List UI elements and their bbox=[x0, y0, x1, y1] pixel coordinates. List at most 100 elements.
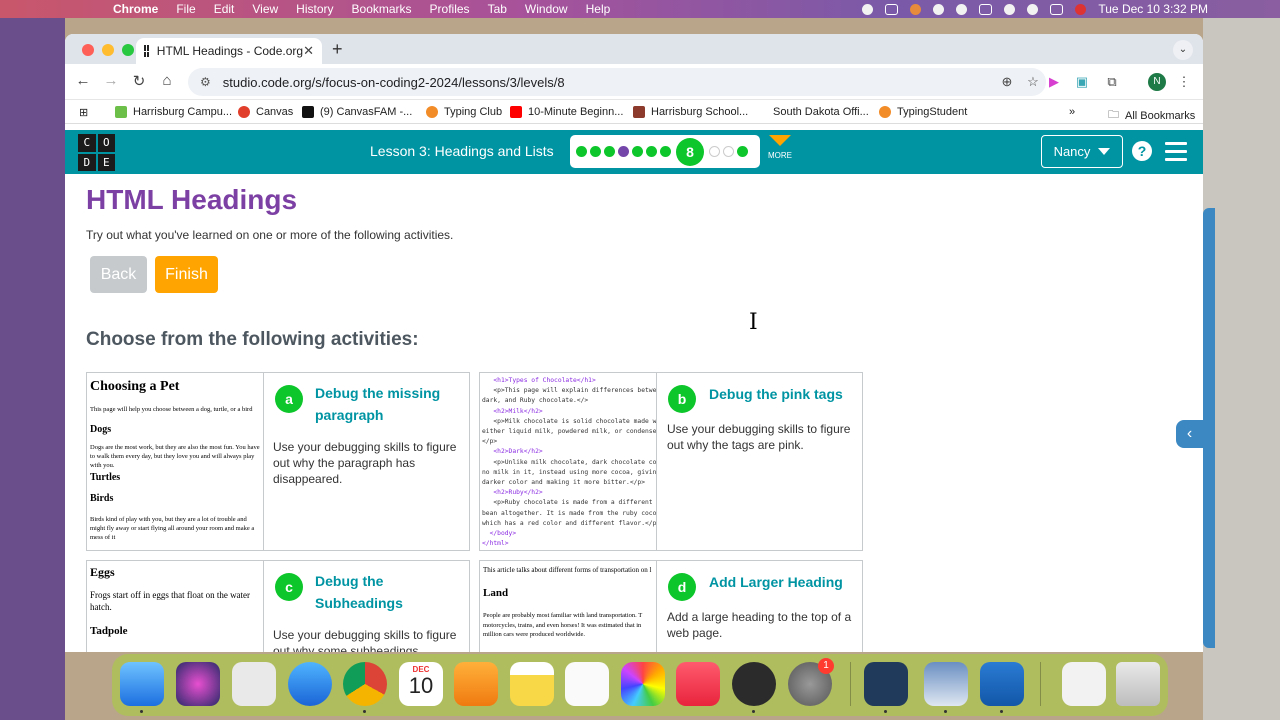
launchpad-icon[interactable] bbox=[232, 662, 276, 706]
zoom-icon[interactable]: ⊕ bbox=[994, 74, 1020, 90]
finder-icon[interactable] bbox=[120, 662, 164, 706]
level-dot-incomplete[interactable] bbox=[723, 146, 734, 157]
notes-icon[interactable] bbox=[510, 662, 554, 706]
menu-tab[interactable]: Tab bbox=[479, 0, 516, 18]
safari-icon[interactable] bbox=[288, 662, 332, 706]
level-dot-complete[interactable] bbox=[660, 146, 671, 157]
user-menu-button[interactable]: Nancy bbox=[1041, 135, 1123, 168]
extension-pink-icon[interactable]: ▶ bbox=[1045, 73, 1063, 91]
level-dot-complete[interactable] bbox=[590, 146, 601, 157]
current-level-bubble[interactable]: 8 bbox=[676, 137, 704, 166]
url-text[interactable]: studio.code.org/s/focus-on-coding2-2024/… bbox=[223, 75, 994, 90]
photos-icon[interactable] bbox=[621, 662, 665, 706]
code-line: </body> bbox=[482, 530, 517, 538]
wifi-icon[interactable] bbox=[979, 3, 993, 15]
menu-file[interactable]: File bbox=[167, 0, 204, 18]
close-window-button[interactable] bbox=[82, 44, 94, 56]
reload-icon[interactable]: ↻ bbox=[129, 72, 149, 90]
apps-grid-icon[interactable]: ⊞ bbox=[79, 106, 88, 119]
activity-title[interactable]: Add Larger Heading bbox=[709, 571, 859, 593]
menu-bookmarks[interactable]: Bookmarks bbox=[343, 0, 421, 18]
back-arrow-icon[interactable]: ← bbox=[73, 72, 93, 89]
minimize-window-button[interactable] bbox=[102, 44, 114, 56]
level-dot-complete[interactable] bbox=[632, 146, 643, 157]
home-icon[interactable]: ⌂ bbox=[157, 72, 177, 89]
app-status-icon[interactable] bbox=[910, 3, 922, 15]
codeorg-logo[interactable]: C O D E bbox=[78, 134, 115, 171]
browser-toolbar: ← → ↻ ⌂ ⚙ studio.code.org/s/focus-on-cod… bbox=[65, 64, 1203, 100]
help-icon[interactable]: ? bbox=[1132, 141, 1152, 161]
trash-icon[interactable] bbox=[1116, 662, 1160, 706]
pages-icon[interactable] bbox=[454, 662, 498, 706]
activity-title[interactable]: Debug the pink tags bbox=[709, 383, 859, 405]
finish-button[interactable]: Finish bbox=[155, 256, 218, 293]
preview-icon[interactable] bbox=[924, 662, 968, 706]
address-bar[interactable]: ⚙ studio.code.org/s/focus-on-coding2-202… bbox=[188, 68, 1046, 96]
level-dot-complete[interactable] bbox=[604, 146, 615, 157]
extensions-puzzle-icon[interactable]: ⧉ bbox=[1103, 73, 1121, 91]
png-file-icon[interactable] bbox=[1062, 662, 1106, 706]
lesson-title[interactable]: Lesson 3: Headings and Lists bbox=[370, 143, 554, 159]
music-icon[interactable] bbox=[676, 662, 720, 706]
new-tab-button[interactable]: + bbox=[332, 39, 343, 60]
screen-sharing-icon[interactable] bbox=[864, 662, 908, 706]
all-bookmarks[interactable]: 🗀 All Bookmarks bbox=[1108, 106, 1195, 125]
more-levels-button[interactable]: MORE bbox=[765, 135, 795, 160]
bookmark-item[interactable]: TypingStudent bbox=[879, 106, 967, 118]
hamburger-menu-icon[interactable] bbox=[1165, 142, 1187, 166]
activity-card-d[interactable]: This article talks about different forms… bbox=[479, 560, 863, 652]
menu-window[interactable]: Window bbox=[516, 0, 577, 18]
calendar-icon[interactable]: DEC 10 bbox=[399, 662, 443, 706]
bookmark-item[interactable]: Harrisburg School... bbox=[633, 106, 748, 118]
bookmark-item[interactable]: 10-Minute Beginn... bbox=[510, 106, 623, 118]
activity-title[interactable]: Debug the missing paragraph bbox=[315, 382, 465, 426]
user-switch-icon[interactable] bbox=[1027, 3, 1039, 15]
forward-arrow-icon[interactable]: → bbox=[101, 72, 121, 89]
outlook-icon[interactable] bbox=[980, 662, 1024, 706]
level-dot-assessment[interactable] bbox=[618, 146, 629, 157]
back-button[interactable]: Back bbox=[90, 256, 147, 293]
menu-profiles[interactable]: Profiles bbox=[421, 0, 479, 18]
browser-tab-active[interactable]: HTML Headings - Code.org ✕ bbox=[136, 38, 322, 64]
bookmark-item[interactable]: Harrisburg Campu... bbox=[115, 106, 232, 118]
bookmark-item[interactable]: Typing Club bbox=[426, 106, 502, 118]
menu-help[interactable]: Help bbox=[577, 0, 620, 18]
siri-icon[interactable] bbox=[1075, 3, 1087, 15]
chrome-menu-icon[interactable]: ⋮ bbox=[1175, 73, 1193, 91]
chrome-icon[interactable] bbox=[343, 662, 387, 706]
menu-edit[interactable]: Edit bbox=[205, 0, 244, 18]
level-dot-complete[interactable] bbox=[737, 146, 748, 157]
menu-history[interactable]: History bbox=[287, 0, 342, 18]
screen-share-icon[interactable] bbox=[885, 3, 899, 15]
quicktime-icon[interactable] bbox=[732, 662, 776, 706]
tab-search-dropdown-icon[interactable]: ⌄ bbox=[1173, 40, 1193, 60]
menu-app-chrome[interactable]: Chrome bbox=[104, 0, 167, 18]
bookmarks-overflow-icon[interactable]: » bbox=[1069, 106, 1075, 118]
site-info-icon[interactable]: ⚙ bbox=[200, 75, 211, 89]
bookmark-item[interactable]: South Dakota Offi... bbox=[773, 106, 869, 118]
media-icon[interactable] bbox=[956, 3, 968, 15]
search-spotlight-icon[interactable] bbox=[1004, 3, 1016, 15]
bookmark-item[interactable]: (9) CanvasFAM -... bbox=[302, 106, 412, 118]
zoom-window-button[interactable] bbox=[122, 44, 134, 56]
activity-card-c[interactable]: Eggs Frogs start off in eggs that float … bbox=[86, 560, 470, 652]
level-dot-complete[interactable] bbox=[576, 146, 587, 157]
bookmark-star-icon[interactable]: ☆ bbox=[1020, 74, 1046, 90]
siri-icon[interactable] bbox=[176, 662, 220, 706]
extension-teal-icon[interactable]: ▣ bbox=[1073, 73, 1091, 91]
activity-card-b[interactable]: <h1>Types of Chocolate</h1> <p>This page… bbox=[479, 372, 863, 551]
expand-panel-chevron-icon[interactable]: ‹ bbox=[1176, 420, 1203, 448]
record-status-icon[interactable] bbox=[862, 3, 874, 15]
profile-avatar[interactable]: N bbox=[1148, 73, 1166, 91]
control-center-icon[interactable] bbox=[1050, 3, 1064, 15]
menu-view[interactable]: View bbox=[243, 0, 287, 18]
bookmark-item[interactable]: Canvas bbox=[238, 106, 293, 118]
freeform-icon[interactable] bbox=[565, 662, 609, 706]
activity-title[interactable]: Debug the Subheadings bbox=[315, 570, 415, 614]
level-dot-complete[interactable] bbox=[646, 146, 657, 157]
menubar-clock[interactable]: Tue Dec 10 3:32 PM bbox=[1098, 2, 1208, 16]
close-tab-icon[interactable]: ✕ bbox=[303, 43, 314, 59]
airdrop-icon[interactable] bbox=[933, 3, 945, 15]
level-dot-incomplete[interactable] bbox=[709, 146, 720, 157]
activity-card-a[interactable]: Choosing a Pet This page will help you c… bbox=[86, 372, 470, 551]
